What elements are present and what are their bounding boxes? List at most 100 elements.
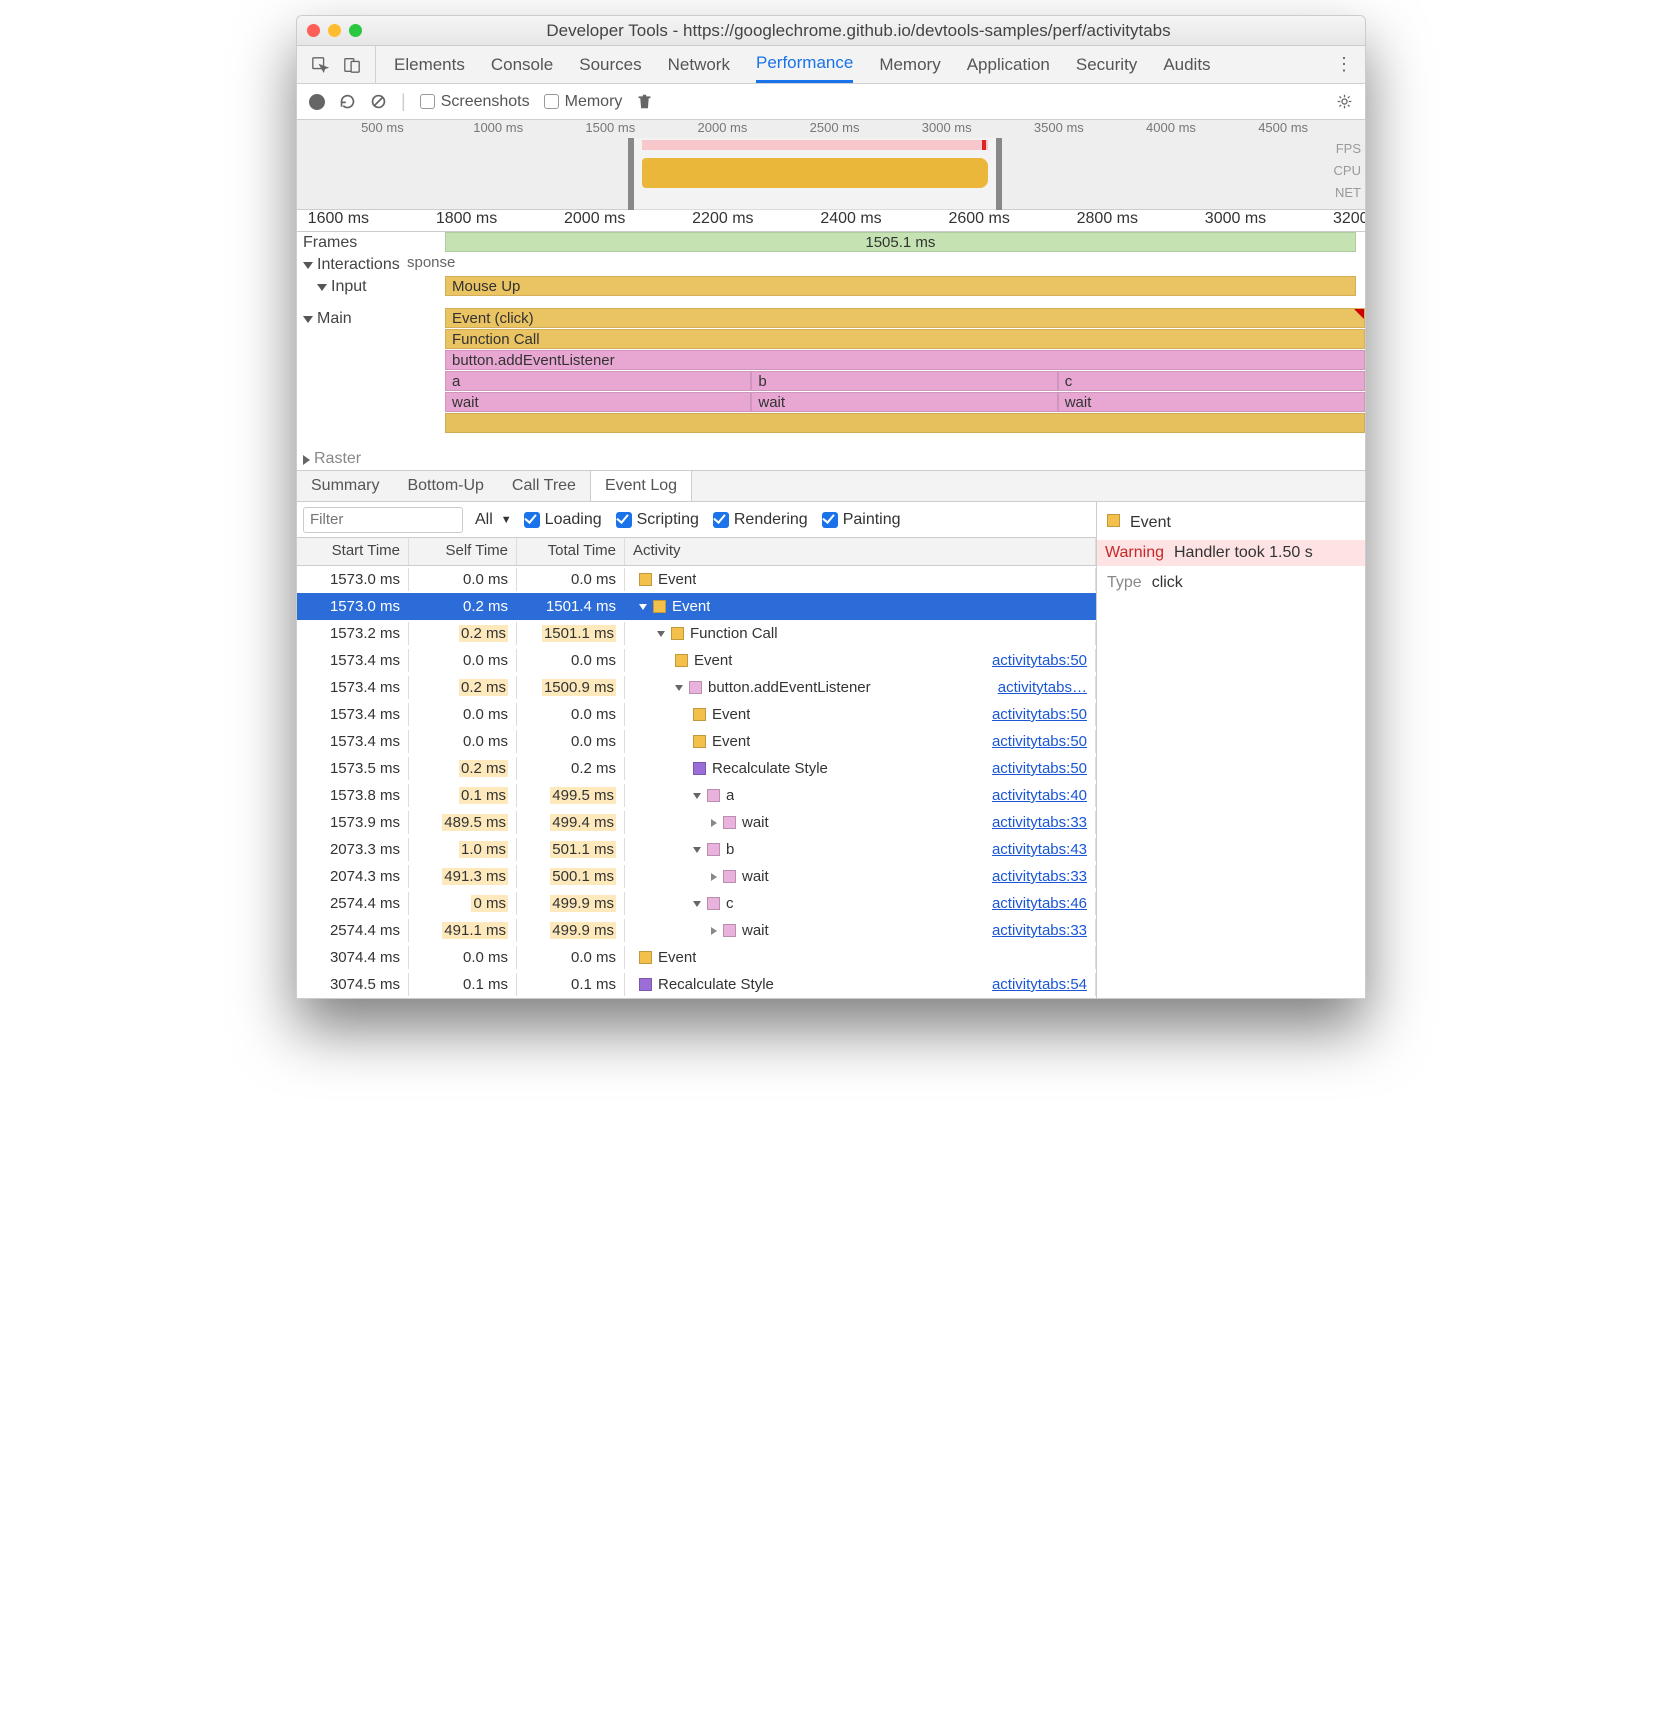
tab-memory[interactable]: Memory bbox=[879, 46, 940, 83]
tab-elements[interactable]: Elements bbox=[394, 46, 465, 83]
event-log-row[interactable]: 3074.5 ms0.1 ms0.1 msRecalculate Styleac… bbox=[297, 971, 1096, 998]
filter-check-scripting[interactable]: Scripting bbox=[616, 511, 699, 529]
filter-input[interactable] bbox=[303, 507, 463, 533]
event-detail-panel: Event Warning Handler took 1.50 s Type c… bbox=[1097, 502, 1365, 998]
flame-bar[interactable]: wait bbox=[751, 392, 1057, 412]
source-link[interactable]: activitytabs:33 bbox=[992, 868, 1087, 885]
activity-color-icon bbox=[723, 816, 736, 829]
overview-tick: 4000 ms bbox=[1146, 120, 1196, 135]
tab-performance[interactable]: Performance bbox=[756, 46, 853, 83]
activity-name: Recalculate Style bbox=[658, 976, 774, 993]
event-log-row[interactable]: 1573.5 ms0.2 ms0.2 msRecalculate Styleac… bbox=[297, 755, 1096, 782]
zoom-window-button[interactable] bbox=[349, 24, 362, 37]
bottom-tabs: SummaryBottom-UpCall TreeEvent Log bbox=[297, 470, 1365, 502]
flame-chart[interactable]: Frames 1505.1 ms Interactions sponse Inp… bbox=[297, 232, 1365, 470]
record-button[interactable] bbox=[309, 94, 325, 110]
frame-bar[interactable]: 1505.1 ms bbox=[445, 232, 1356, 252]
activity-name: Event bbox=[694, 652, 732, 669]
memory-checkbox[interactable]: Memory bbox=[544, 93, 623, 111]
device-toggle-icon[interactable] bbox=[343, 56, 361, 74]
bottom-tab-event-log[interactable]: Event Log bbox=[590, 471, 692, 501]
clear-icon[interactable] bbox=[370, 93, 387, 110]
kebab-menu-icon[interactable]: ⋮ bbox=[1323, 54, 1365, 75]
duration-dropdown[interactable]: All▼ bbox=[475, 511, 512, 529]
close-window-button[interactable] bbox=[307, 24, 320, 37]
minimize-window-button[interactable] bbox=[328, 24, 341, 37]
activity-name: b bbox=[726, 841, 734, 858]
inspect-icon[interactable] bbox=[311, 56, 329, 74]
activity-name: wait bbox=[742, 922, 769, 939]
event-log-row[interactable]: 3074.4 ms0.0 ms0.0 msEvent bbox=[297, 944, 1096, 971]
col-start-time[interactable]: Start Time bbox=[297, 538, 409, 565]
tab-sources[interactable]: Sources bbox=[579, 46, 641, 83]
source-link[interactable]: activitytabs… bbox=[998, 679, 1087, 696]
event-log-row[interactable]: 1573.9 ms489.5 ms499.4 mswaitactivitytab… bbox=[297, 809, 1096, 836]
filter-check-rendering[interactable]: Rendering bbox=[713, 511, 808, 529]
reload-icon[interactable] bbox=[339, 93, 356, 110]
col-total-time[interactable]: Total Time bbox=[517, 538, 625, 565]
tab-audits[interactable]: Audits bbox=[1163, 46, 1210, 83]
timeline-ruler[interactable]: 1600 ms1800 ms2000 ms2200 ms2400 ms2600 … bbox=[297, 210, 1365, 232]
event-log-row[interactable]: 1573.8 ms0.1 ms499.5 msaactivitytabs:40 bbox=[297, 782, 1096, 809]
activity-color-icon bbox=[693, 735, 706, 748]
event-log-row[interactable]: 1573.0 ms0.2 ms1501.4 msEvent bbox=[297, 593, 1096, 620]
event-log-row[interactable]: 1573.4 ms0.2 ms1500.9 msbutton.addEventL… bbox=[297, 674, 1096, 701]
event-log-row[interactable]: 1573.0 ms0.0 ms0.0 msEvent bbox=[297, 566, 1096, 593]
type-label: Type bbox=[1107, 574, 1142, 592]
event-log-row[interactable]: 2574.4 ms0 ms499.9 mscactivitytabs:46 bbox=[297, 890, 1096, 917]
col-self-time[interactable]: Self Time bbox=[409, 538, 517, 565]
tab-console[interactable]: Console bbox=[491, 46, 553, 83]
event-log-row[interactable]: 1573.4 ms0.0 ms0.0 msEventactivitytabs:5… bbox=[297, 728, 1096, 755]
source-link[interactable]: activitytabs:50 bbox=[992, 733, 1087, 750]
tab-application[interactable]: Application bbox=[967, 46, 1050, 83]
filter-check-loading[interactable]: Loading bbox=[524, 511, 602, 529]
filter-check-painting[interactable]: Painting bbox=[822, 511, 901, 529]
activity-color-icon bbox=[693, 762, 706, 775]
flame-bar[interactable]: Event (click) bbox=[445, 308, 1365, 328]
flame-bar[interactable]: Function Call bbox=[445, 329, 1365, 349]
flame-bar[interactable]: c bbox=[1058, 371, 1365, 391]
overview-selection[interactable] bbox=[628, 138, 1002, 210]
source-link[interactable]: activitytabs:50 bbox=[992, 760, 1087, 777]
source-link[interactable]: activitytabs:33 bbox=[992, 922, 1087, 939]
event-log-row[interactable]: 2074.3 ms491.3 ms500.1 mswaitactivitytab… bbox=[297, 863, 1096, 890]
event-log-row[interactable]: 2574.4 ms491.1 ms499.9 mswaitactivitytab… bbox=[297, 917, 1096, 944]
flame-bar[interactable]: a bbox=[445, 371, 751, 391]
raster-track-label[interactable]: Raster bbox=[297, 448, 445, 470]
source-link[interactable]: activitytabs:50 bbox=[992, 706, 1087, 723]
gear-icon[interactable] bbox=[1336, 93, 1353, 110]
input-track-label[interactable]: Input bbox=[297, 276, 445, 298]
source-link[interactable]: activitytabs:46 bbox=[992, 895, 1087, 912]
source-link[interactable]: activitytabs:54 bbox=[992, 976, 1087, 993]
ruler-tick: 2200 ms bbox=[692, 210, 753, 228]
flame-bar[interactable]: button.addEventListener bbox=[445, 350, 1365, 370]
tab-security[interactable]: Security bbox=[1076, 46, 1137, 83]
col-activity[interactable]: Activity bbox=[625, 538, 1096, 565]
main-track-label[interactable]: Main bbox=[297, 308, 445, 434]
flame-bar[interactable]: wait bbox=[1058, 392, 1365, 412]
flame-bar[interactable]: wait bbox=[445, 392, 751, 412]
event-log-row[interactable]: 1573.2 ms0.2 ms1501.1 msFunction Call bbox=[297, 620, 1096, 647]
source-link[interactable]: activitytabs:50 bbox=[992, 652, 1087, 669]
overview-tick: 4500 ms bbox=[1258, 120, 1308, 135]
source-link[interactable]: activitytabs:33 bbox=[992, 814, 1087, 831]
input-event-bar[interactable]: Mouse Up bbox=[445, 276, 1356, 296]
flame-bar[interactable]: b bbox=[751, 371, 1057, 391]
tab-network[interactable]: Network bbox=[668, 46, 730, 83]
screenshots-checkbox[interactable]: Screenshots bbox=[420, 93, 530, 111]
overview-minimap[interactable]: 500 ms1000 ms1500 ms2000 ms2500 ms3000 m… bbox=[297, 120, 1365, 210]
source-link[interactable]: activitytabs:43 bbox=[992, 841, 1087, 858]
event-log-row[interactable]: 1573.4 ms0.0 ms0.0 msEventactivitytabs:5… bbox=[297, 701, 1096, 728]
overview-tick: 2500 ms bbox=[810, 120, 860, 135]
bottom-tab-bottom-up[interactable]: Bottom-Up bbox=[393, 471, 497, 501]
source-link[interactable]: activitytabs:40 bbox=[992, 787, 1087, 804]
ruler-tick: 2600 ms bbox=[948, 210, 1009, 228]
flame-bar[interactable] bbox=[445, 413, 1365, 433]
bottom-tab-summary[interactable]: Summary bbox=[297, 471, 393, 501]
event-log-row[interactable]: 2073.3 ms1.0 ms501.1 msbactivitytabs:43 bbox=[297, 836, 1096, 863]
activity-color-icon bbox=[707, 843, 720, 856]
activity-color-icon bbox=[639, 978, 652, 991]
bottom-tab-call-tree[interactable]: Call Tree bbox=[498, 471, 590, 501]
trash-icon[interactable] bbox=[636, 93, 653, 110]
event-log-row[interactable]: 1573.4 ms0.0 ms0.0 msEventactivitytabs:5… bbox=[297, 647, 1096, 674]
